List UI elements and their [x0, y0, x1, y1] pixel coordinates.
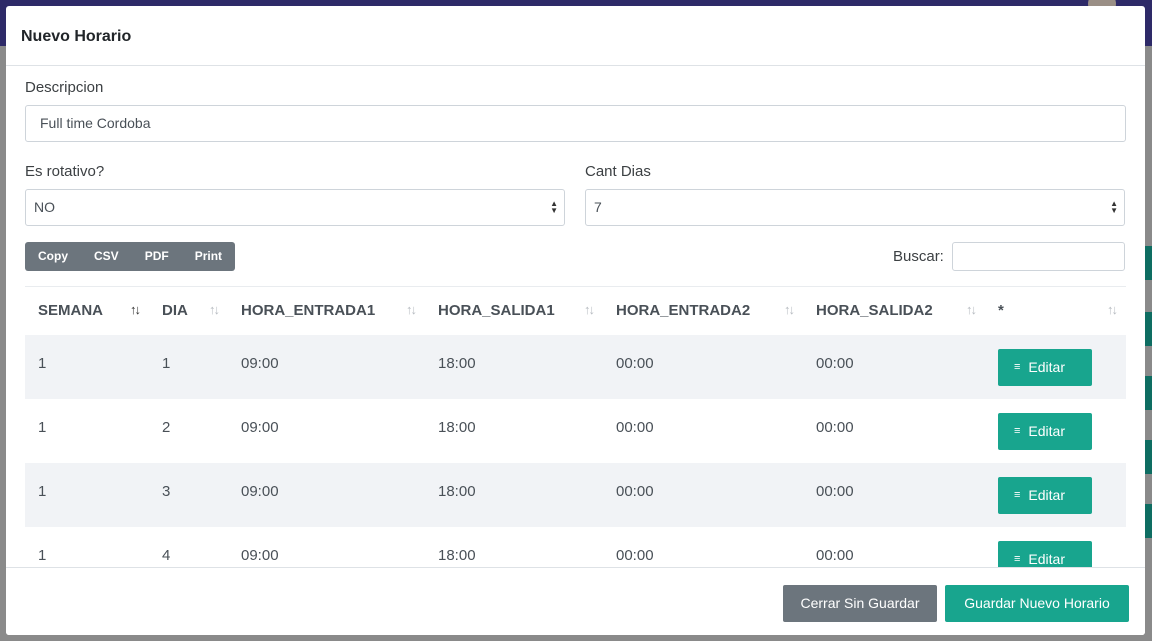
cell-hora-entrada2: 00:00 [603, 334, 803, 399]
edit-button-label: Editar [1028, 423, 1065, 439]
edit-lines-icon: ≡ [1014, 425, 1021, 437]
edit-button-label: Editar [1028, 487, 1065, 503]
csv-button[interactable]: CSV [81, 242, 132, 271]
cell-actions: ≡ Editar [985, 462, 1126, 527]
rotativo-select[interactable]: NO ▲ ▼ [25, 189, 565, 226]
cantdias-select[interactable]: 7 ▲ ▼ [585, 189, 1125, 226]
column-header-label: SEMANA [38, 302, 104, 320]
cell-hora-entrada2: 00:00 [616, 418, 654, 436]
edit-button[interactable]: ≡ Editar [998, 476, 1092, 514]
cell-actions: ≡ Editar [985, 334, 1126, 399]
column-header-label: HORA_SALIDA2 [816, 302, 933, 320]
search-label: Buscar: [893, 248, 944, 265]
cell-dia: 3 [149, 462, 228, 527]
table-row: 1 4 09:00 18:00 00:00 00:00 ≡ Editar [25, 527, 1126, 567]
column-header-semana[interactable]: SEMANA ↑↓ [25, 286, 149, 335]
pdf-button[interactable]: PDF [132, 242, 182, 271]
print-button[interactable]: Print [182, 242, 235, 271]
table-row: 1 3 09:00 18:00 00:00 00:00 ≡ Editar [25, 462, 1126, 527]
select-caret-icon: ▲ ▼ [1110, 199, 1118, 215]
cell-hora-salida2: 00:00 [803, 334, 985, 399]
cell-semana: 1 [25, 334, 149, 399]
cell-hora-salida1: 18:00 [438, 418, 476, 436]
table-row: 1 1 09:00 18:00 00:00 00:00 ≡ Editar [25, 334, 1126, 399]
cell-hora-entrada2: 00:00 [603, 462, 803, 527]
column-header-dia[interactable]: DIA ↑↓ [149, 286, 228, 335]
cell-dia: 1 [149, 334, 228, 399]
sort-arrows-icon: ↑↓ [784, 302, 795, 317]
column-header-label: HORA_ENTRADA1 [241, 302, 376, 320]
cell-hora-salida2: 00:00 [816, 546, 854, 564]
cell-semana: 1 [38, 418, 47, 436]
rotativo-label: Es rotativo? [25, 163, 105, 180]
cell-hora-salida1: 18:00 [425, 334, 603, 399]
cell-hora-salida2: 00:00 [816, 418, 854, 436]
column-header-label: HORA_ENTRADA2 [616, 302, 751, 320]
edit-button-label: Editar [1028, 551, 1065, 567]
save-new-schedule-button[interactable]: Guardar Nuevo Horario [945, 585, 1129, 622]
cell-semana: 1 [25, 462, 149, 527]
sort-arrows-icon: ↑↓ [966, 302, 977, 317]
modal-footer: Cerrar Sin Guardar Guardar Nuevo Horario [6, 567, 1145, 635]
cell-hora-entrada1: 09:00 [241, 418, 279, 436]
cell-actions: ≡ Editar [985, 527, 1126, 567]
column-header-hora-entrada1[interactable]: HORA_ENTRADA1 ↑↓ [228, 286, 425, 335]
cell-hora-entrada1: 09:00 [241, 546, 279, 564]
cell-hora-entrada2: 00:00 [616, 546, 654, 564]
export-button-group: Copy CSV PDF Print [25, 242, 236, 271]
select-caret-icon: ▲ ▼ [550, 199, 558, 215]
edit-button[interactable]: ≡ Editar [998, 348, 1092, 386]
edit-lines-icon: ≡ [1014, 489, 1021, 501]
column-header-label: * [998, 302, 1004, 320]
nuevo-horario-modal: Nuevo Horario Descripcion Full time Cord… [6, 6, 1145, 635]
edit-lines-icon: ≡ [1014, 553, 1021, 565]
cell-hora-salida2: 00:00 [803, 462, 985, 527]
edit-button[interactable]: ≡ Editar [998, 412, 1092, 450]
sort-arrows-icon: ↑↓ [584, 302, 595, 317]
modal-body: Descripcion Full time Cordoba Es rotativ… [6, 67, 1145, 567]
descripcion-input[interactable]: Full time Cordoba [25, 105, 1126, 142]
cell-dia: 4 [162, 546, 171, 564]
modal-title: Nuevo Horario [21, 28, 132, 45]
edit-button[interactable]: ≡ Editar [998, 540, 1092, 567]
edit-button-label: Editar [1028, 359, 1065, 375]
cell-hora-salida1: 18:00 [425, 462, 603, 527]
modal-header: Nuevo Horario [6, 6, 1145, 66]
column-header-label: HORA_SALIDA1 [438, 302, 555, 320]
edit-lines-icon: ≡ [1014, 361, 1021, 373]
column-header-actions[interactable]: * ↑↓ [985, 286, 1126, 335]
horario-table: SEMANA ↑↓ DIA ↑↓ HORA_ENTRADA1 ↑↓ HORA_SALI… [25, 286, 1126, 567]
cell-hora-salida1: 18:00 [438, 546, 476, 564]
close-without-saving-button[interactable]: Cerrar Sin Guardar [783, 585, 937, 622]
cell-hora-entrada1: 09:00 [228, 462, 425, 527]
column-header-label: DIA [162, 302, 188, 320]
table-header-row: SEMANA ↑↓ DIA ↑↓ HORA_ENTRADA1 ↑↓ HORA_SALI… [25, 286, 1126, 335]
search-input[interactable] [952, 242, 1125, 271]
sort-arrows-icon: ↑↓ [1107, 302, 1118, 317]
table-row: 1 2 09:00 18:00 00:00 00:00 ≡ Editar [25, 399, 1126, 463]
column-header-hora-salida2[interactable]: HORA_SALIDA2 ↑↓ [803, 286, 985, 335]
cantdias-select-value: 7 [594, 199, 602, 215]
column-header-hora-entrada2[interactable]: HORA_ENTRADA2 ↑↓ [603, 286, 803, 335]
rotativo-select-value: NO [34, 199, 55, 215]
sort-arrows-icon: ↑↓ [209, 302, 220, 317]
cell-actions: ≡ Editar [985, 399, 1126, 463]
cell-dia: 2 [162, 418, 171, 436]
descripcion-label: Descripcion [25, 79, 104, 96]
cell-semana: 1 [38, 546, 47, 564]
sort-arrows-icon: ↑↓ [406, 302, 417, 317]
sort-arrows-icon: ↑↓ [130, 302, 141, 317]
copy-button[interactable]: Copy [25, 242, 81, 271]
cantdias-label: Cant Dias [585, 163, 651, 180]
column-header-hora-salida1[interactable]: HORA_SALIDA1 ↑↓ [425, 286, 603, 335]
cell-hora-entrada1: 09:00 [228, 334, 425, 399]
